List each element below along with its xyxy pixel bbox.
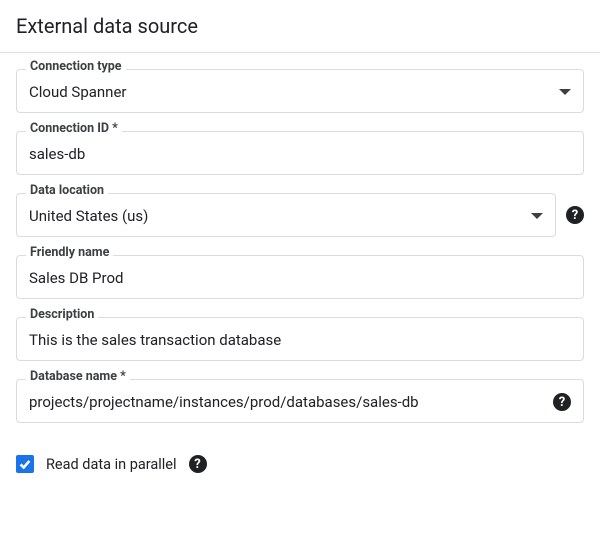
database-name-label: Database name *	[26, 371, 130, 384]
read-parallel-checkbox[interactable]	[16, 455, 34, 473]
help-icon[interactable]: ?	[566, 206, 584, 224]
chevron-down-icon	[559, 89, 571, 95]
connection-id-input[interactable]	[29, 145, 571, 163]
chevron-down-icon	[531, 213, 543, 219]
connection-type-value: Cloud Spanner	[29, 83, 551, 101]
connection-id-label: Connection ID *	[26, 123, 122, 136]
page-header: External data source	[0, 0, 600, 53]
help-icon[interactable]: ?	[553, 393, 571, 411]
data-location-select[interactable]: United States (us)	[16, 193, 556, 237]
database-name-input[interactable]	[29, 393, 545, 411]
page-title: External data source	[16, 14, 584, 38]
connection-type-select[interactable]: Cloud Spanner	[16, 69, 584, 113]
data-location-label: Data location	[26, 185, 108, 198]
form: Connection type Cloud Spanner Connection…	[0, 53, 600, 449]
description-label: Description	[26, 309, 98, 322]
help-icon[interactable]: ?	[189, 455, 207, 473]
data-location-value: United States (us)	[29, 207, 523, 225]
connection-type-label: Connection type	[26, 61, 126, 74]
read-parallel-label: Read data in parallel	[46, 456, 177, 473]
description-input[interactable]	[29, 331, 571, 349]
check-icon	[18, 457, 32, 471]
friendly-name-label: Friendly name	[26, 247, 113, 260]
friendly-name-input[interactable]	[29, 269, 571, 287]
